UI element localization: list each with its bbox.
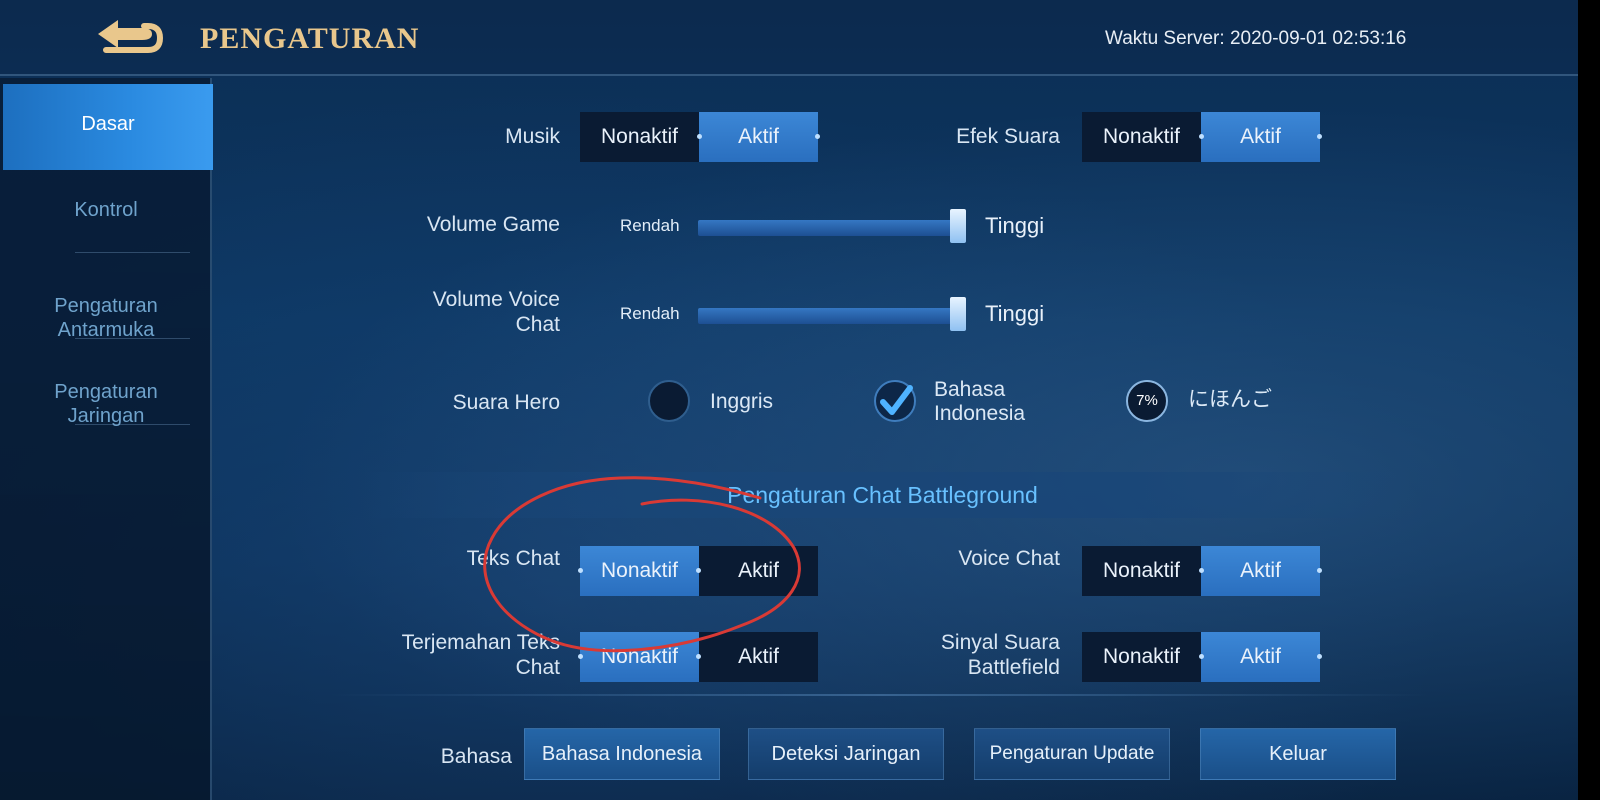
back-button[interactable] bbox=[92, 14, 164, 60]
efek-suara-toggle: Nonaktif Aktif bbox=[1082, 112, 1322, 162]
volume-game-high-label: Tinggi bbox=[985, 213, 1045, 238]
efek-suara-on-option[interactable]: Aktif bbox=[1199, 112, 1322, 162]
volume-game-handle[interactable] bbox=[950, 209, 966, 243]
sidebar-divider bbox=[75, 424, 190, 425]
radio-bahasa-indonesia-label: Bahasa Indonesia bbox=[934, 378, 1026, 425]
sidebar-item-dasar[interactable]: Dasar bbox=[3, 84, 213, 170]
back-arrow-icon bbox=[98, 20, 164, 53]
volume-voice-label: Volume Voice Chat bbox=[432, 288, 560, 336]
sidebar-item-antarmuka[interactable]: Pengaturan Antarmuka bbox=[0, 270, 212, 342]
musik-on-option[interactable]: Aktif bbox=[697, 112, 820, 162]
sinyal-suara-on-option[interactable]: Aktif bbox=[1199, 632, 1322, 682]
radio-inggris-label: Inggris bbox=[710, 390, 774, 413]
radio-japanese-label: にほんご bbox=[1188, 388, 1272, 411]
efek-suara-off-option[interactable]: Nonaktif bbox=[1082, 112, 1201, 162]
volume-voice-high-label: Tinggi bbox=[985, 301, 1045, 326]
volume-voice-slider: Rendah Tinggi bbox=[620, 294, 1060, 334]
screen-edge bbox=[1578, 0, 1600, 800]
musik-toggle: Nonaktif Aktif bbox=[580, 112, 820, 162]
sinyal-suara-label: Sinyal Suara Battlefield bbox=[940, 631, 1060, 679]
volume-game-slider: Rendah Tinggi bbox=[620, 206, 1060, 246]
settings-screen: PENGATURAN Waktu Server: 2020-09-01 02:5… bbox=[0, 0, 1600, 800]
radio-japanese[interactable]: 7% bbox=[1126, 380, 1168, 422]
checkmark-icon bbox=[880, 385, 913, 415]
radio-inggris[interactable] bbox=[648, 380, 690, 422]
annotation-circle bbox=[483, 476, 801, 653]
volume-voice-handle[interactable] bbox=[950, 297, 966, 331]
voice-chat-toggle: Nonaktif Aktif bbox=[1082, 546, 1322, 596]
volume-voice-track[interactable] bbox=[698, 308, 960, 324]
musik-off-option[interactable]: Nonaktif bbox=[580, 112, 699, 162]
volume-game-low-label: Rendah bbox=[620, 216, 680, 235]
volume-game-label: Volume Game bbox=[426, 213, 560, 236]
voice-chat-off-option[interactable]: Nonaktif bbox=[1082, 546, 1201, 596]
server-time: Waktu Server: 2020-09-01 02:53:16 bbox=[1105, 28, 1407, 49]
sidebar-divider bbox=[75, 338, 190, 339]
sidebar-item-jaringan[interactable]: Pengaturan Jaringan bbox=[0, 356, 212, 428]
sidebar-item-label: Pengaturan Antarmuka bbox=[54, 295, 158, 341]
suara-hero-label: Suara Hero bbox=[452, 391, 560, 414]
voice-chat-on-option[interactable]: Aktif bbox=[1199, 546, 1322, 596]
sidebar: Dasar Kontrol Pengaturan Antarmuka Penga… bbox=[0, 78, 213, 800]
sidebar-divider bbox=[75, 252, 190, 253]
efek-suara-label: Efek Suara bbox=[956, 125, 1060, 148]
sidebar-item-label: Kontrol bbox=[74, 199, 138, 221]
header-bar: PENGATURAN Waktu Server: 2020-09-01 02:5… bbox=[0, 0, 1578, 76]
bahasa-label: Bahasa bbox=[440, 745, 512, 768]
keluar-button[interactable]: Keluar bbox=[1200, 728, 1396, 780]
deteksi-jaringan-button[interactable]: Deteksi Jaringan bbox=[748, 728, 944, 780]
download-progress: 7% bbox=[1136, 392, 1158, 409]
sidebar-item-label: Pengaturan Jaringan bbox=[54, 381, 158, 427]
volume-voice-low-label: Rendah bbox=[620, 304, 680, 323]
pengaturan-update-button[interactable]: Pengaturan Update bbox=[974, 728, 1170, 780]
footer-divider bbox=[330, 694, 1430, 696]
sinyal-suara-off-option[interactable]: Nonaktif bbox=[1082, 632, 1201, 682]
bahasa-select-button[interactable]: Bahasa Indonesia bbox=[524, 728, 720, 780]
sidebar-item-label: Dasar bbox=[81, 113, 135, 135]
voice-chat-label: Voice Chat bbox=[958, 547, 1060, 570]
volume-game-track[interactable] bbox=[698, 220, 960, 236]
sidebar-item-kontrol[interactable]: Kontrol bbox=[0, 198, 212, 222]
page-title: PENGATURAN bbox=[200, 22, 420, 55]
sinyal-suara-toggle: Nonaktif Aktif bbox=[1082, 632, 1322, 682]
radio-bahasa-indonesia[interactable] bbox=[874, 380, 916, 422]
musik-label: Musik bbox=[505, 125, 560, 148]
